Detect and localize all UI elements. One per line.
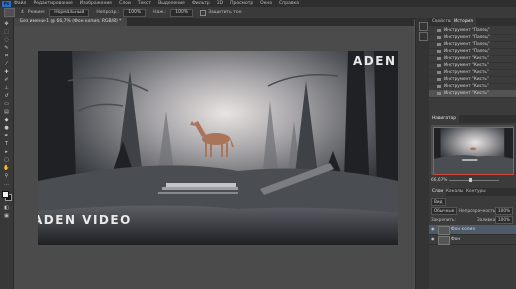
document-tab[interactable]: Без имени-1 @ 66,7% (Фон копия, RGB/8) * (14, 18, 128, 26)
opacity-input[interactable]: 100% (123, 8, 147, 17)
layer-thumbnail (438, 236, 450, 245)
history-step-icon (437, 63, 441, 67)
menu-3d[interactable]: 3D (217, 1, 223, 6)
navigator-zoom-value[interactable]: 66,67% (431, 178, 447, 183)
menu-file[interactable]: Файл (14, 1, 26, 6)
history-step-icon (437, 35, 441, 39)
blur-tool-icon[interactable]: ◆ (3, 118, 10, 123)
type-tool-icon[interactable]: T (3, 142, 10, 147)
visibility-eye-icon[interactable]: ◉ (431, 237, 435, 241)
zoom-tool-icon[interactable]: ⚲ (3, 174, 10, 179)
tab-paths[interactable]: Контуры (463, 188, 489, 196)
eraser-tool-icon[interactable]: ▭ (3, 102, 10, 107)
pen-tool-icon[interactable]: ✒ (3, 134, 10, 139)
history-item-current[interactable]: Инструмент "Кисть" (429, 90, 516, 98)
eyedropper-tool-icon[interactable]: ⁄ (3, 62, 10, 67)
history-step-icon (437, 70, 441, 74)
visibility-eye-icon[interactable]: ◉ (431, 227, 435, 231)
flow-input[interactable]: 100% (170, 8, 194, 17)
lasso-tool-icon[interactable]: ◌ (3, 38, 10, 43)
history-step-icon (437, 56, 441, 60)
layer-row[interactable]: ◉ Фон копия (429, 225, 516, 235)
brush-size[interactable]: 4 (21, 10, 24, 15)
stamp-tool-icon[interactable]: ⊥ (3, 86, 10, 91)
navigator-panel-tabs: Навигатор (429, 115, 516, 123)
navigator-zoom-knob[interactable] (469, 178, 472, 182)
photoshop-logo: Ps (2, 0, 11, 7)
panel-dock (415, 18, 429, 289)
brush-preset-icon[interactable] (4, 8, 15, 17)
history-step-icon (437, 91, 441, 95)
more-tools-icon[interactable]: … (3, 182, 10, 187)
history-step-icon (437, 84, 441, 88)
layer-name: Фон (451, 237, 461, 242)
history-step-icon (437, 77, 441, 81)
flow-label: Наж.: (153, 10, 167, 15)
navigator-zoom-slider[interactable] (449, 180, 499, 181)
right-panels: Свойства История Инструмент "Палец" Инст… (429, 18, 516, 289)
lock-label: Закрепить: (431, 217, 456, 222)
menu-layers[interactable]: Слои (119, 1, 131, 6)
fill-label: Заливка: (477, 217, 497, 222)
properties-dock-icon[interactable] (419, 22, 428, 31)
layers-panel-tabs: Слои Каналы Контуры (429, 188, 516, 196)
menu-select[interactable]: Выделение (158, 1, 185, 6)
layer-row[interactable]: ◉ Фон (429, 235, 516, 245)
foreground-color-swatch[interactable] (2, 191, 9, 198)
layer-thumbnail (438, 226, 450, 235)
history-step-icon (437, 49, 441, 53)
tab-history[interactable]: История (451, 18, 476, 26)
layer-name: Фон копия (451, 227, 475, 232)
marquee-tool-icon[interactable]: ⬚ (3, 30, 10, 35)
crop-tool-icon[interactable]: ⌗ (3, 54, 10, 59)
opacity-label: Непрозр.: (96, 10, 120, 15)
history-step-icon (437, 28, 441, 32)
dodge-tool-icon[interactable]: ● (3, 126, 10, 131)
workspace: ADEN VIDEO ADEN VIDEO (14, 26, 414, 289)
menu-edit[interactable]: Редактирование (33, 1, 72, 6)
blend-mode-select[interactable]: Обычные (431, 207, 458, 215)
healing-tool-icon[interactable]: ✚ (3, 70, 10, 75)
hand-tool-icon[interactable]: ✋ (3, 166, 10, 171)
menu-image[interactable]: Изображение (80, 1, 112, 6)
layer-kind-filter[interactable]: Вид (431, 198, 446, 206)
menu-type[interactable]: Текст (138, 1, 151, 6)
history-dock-icon[interactable] (419, 32, 428, 41)
navigator-thumbnail-image (434, 128, 513, 174)
history-brush-tool-icon[interactable]: ↺ (3, 94, 10, 99)
tab-navigator[interactable]: Навигатор (429, 115, 459, 123)
quick-mask-icon[interactable]: ◧ (3, 206, 10, 211)
layer-opacity-label: Непрозрачность: (459, 208, 497, 213)
layer-opacity-input[interactable]: 100% (495, 207, 513, 215)
menu-help[interactable]: Справка (279, 1, 299, 6)
protect-tone-label: Защитить тон (208, 10, 242, 15)
document-tab-bar: Без имени-1 @ 66,7% (Фон копия, RGB/8) * (14, 18, 414, 26)
history-step-icon (437, 42, 441, 46)
shape-tool-icon[interactable]: ▢ (3, 158, 10, 163)
brush-tool-icon[interactable]: ✐ (3, 78, 10, 83)
fill-input[interactable]: 100% (495, 216, 513, 224)
navigator-thumbnail (433, 127, 514, 175)
menu-view[interactable]: Просмотр (230, 1, 253, 6)
move-tool-icon[interactable]: ✥ (3, 22, 10, 27)
gradient-tool-icon[interactable]: ▤ (3, 110, 10, 115)
menu-filter[interactable]: Фильтр (192, 1, 210, 6)
mode-select[interactable]: Нормальный (49, 8, 90, 17)
navigator-preview[interactable] (431, 125, 514, 175)
document-canvas[interactable]: ADEN VIDEO ADEN VIDEO (38, 51, 398, 245)
menu-window[interactable]: Окно (260, 1, 272, 6)
protect-tone-checkbox[interactable] (200, 9, 207, 16)
watermark-bottom: ADEN VIDEO (38, 213, 132, 227)
screen-mode-icon[interactable]: ▣ (3, 214, 10, 219)
history-panel-tabs: Свойства История (429, 18, 516, 26)
path-select-tool-icon[interactable]: ▸ (3, 150, 10, 155)
mode-label: Режим: (27, 10, 46, 15)
watermark-top: ADEN VIDEO (353, 54, 398, 68)
menu-bar: Ps Файл Редактирование Изображение Слои … (0, 0, 516, 7)
quick-select-tool-icon[interactable]: ✎ (3, 46, 10, 51)
tools-panel: ✥ ⬚ ◌ ✎ ⌗ ⁄ ✚ ✐ ⊥ ↺ ▭ ▤ ◆ ● ✒ T ▸ ▢ ✋ ⚲ … (0, 18, 14, 289)
